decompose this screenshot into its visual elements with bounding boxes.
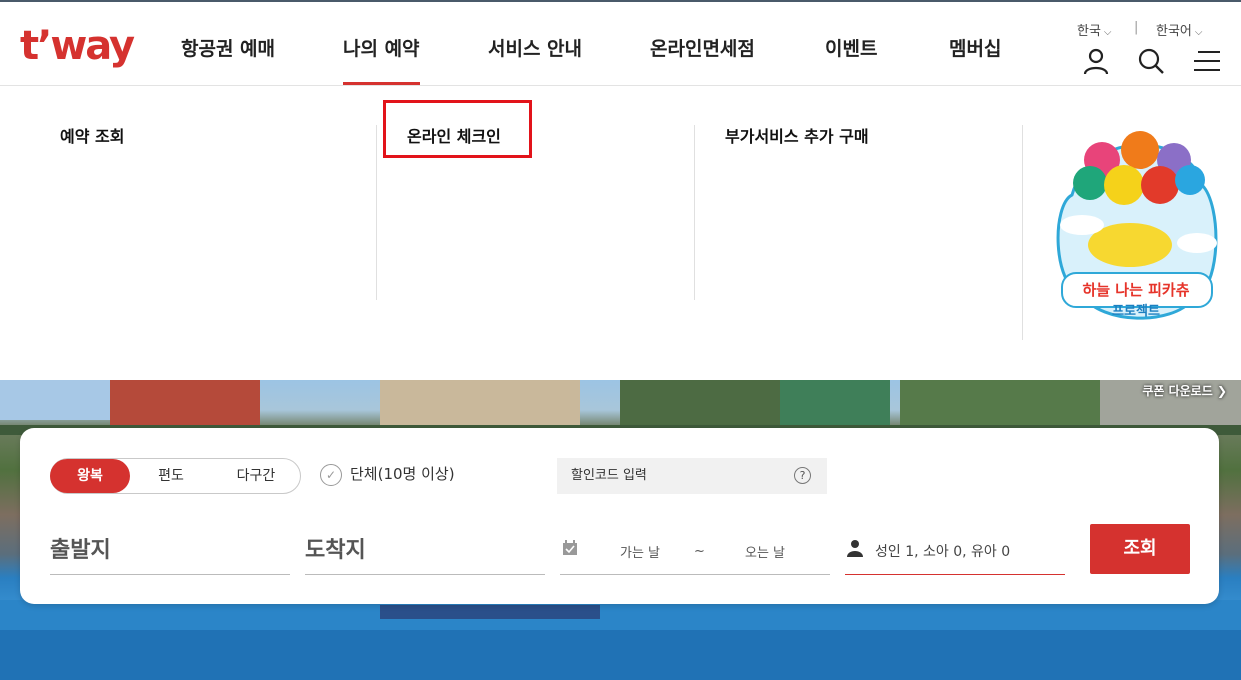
lang-separator: |	[1134, 20, 1139, 35]
site-header: t’way 항공권 예매 나의 예약 서비스 안내 온라인면세점 이벤트 멤버십…	[0, 0, 1241, 86]
nav-item-services[interactable]: 서비스 안내	[488, 34, 582, 61]
menu-divider	[1022, 125, 1023, 340]
destination-field[interactable]: 도착지	[305, 528, 545, 575]
help-icon[interactable]: ?	[794, 467, 811, 484]
nav-item-duty-free[interactable]: 온라인면세점	[650, 34, 755, 61]
trip-type-toggle: 왕복 편도 다구간	[50, 458, 301, 494]
nav-item-booking[interactable]: 항공권 예매	[181, 34, 275, 61]
trip-type-roundtrip[interactable]: 왕복	[50, 459, 130, 493]
nav-item-membership[interactable]: 멤버십	[949, 34, 1001, 61]
search-icon[interactable]	[1136, 46, 1166, 76]
nav-item-my-reservation[interactable]: 나의 예약	[343, 34, 420, 85]
menu-divider	[376, 125, 377, 300]
origin-label: 출발지	[50, 538, 111, 563]
country-select[interactable]: 한국 ⌵	[1077, 20, 1112, 39]
check-icon: ✓	[320, 463, 342, 486]
return-date-label: 오는 날	[745, 546, 786, 561]
promo-code-placeholder: 할인코드 입력	[571, 468, 647, 483]
promo-code-input[interactable]: 할인코드 입력 ?	[557, 458, 827, 494]
promo-subtitle: 프로젝트	[1112, 303, 1160, 319]
menu-link-reservation-inquiry[interactable]: 예약 조회	[60, 123, 124, 147]
trip-type-oneway[interactable]: 편도	[141, 459, 201, 493]
origin-field[interactable]: 출발지	[50, 528, 290, 575]
flight-search-panel: 왕복 편도 다구간 ✓ 단체(10명 이상) 할인코드 입력 ? 출발지 도착지 …	[20, 428, 1219, 604]
trip-type-multicity[interactable]: 다구간	[221, 459, 291, 493]
chevron-down-icon: ⌵	[1194, 27, 1203, 38]
pikachu-promo-banner[interactable]: 하늘 나는 피카츄 프로젝트	[1052, 125, 1220, 325]
group-booking-checkbox[interactable]: ✓ 단체(10명 이상)	[320, 463, 455, 486]
date-range-field[interactable]: 가는 날 ~ 오는 날	[560, 528, 830, 575]
depart-date-label: 가는 날	[620, 546, 661, 561]
language-select[interactable]: 한국어 ⌵	[1156, 20, 1202, 39]
date-separator: ~	[694, 544, 705, 559]
passenger-field[interactable]: 성인 1, 소아 0, 유아 0	[845, 528, 1065, 575]
promo-title: 하늘 나는 피카츄	[1082, 281, 1189, 299]
calendar-icon	[563, 540, 577, 555]
coupon-download-link[interactable]: 쿠폰 다운로드 ❯	[1142, 382, 1227, 399]
destination-label: 도착지	[305, 538, 366, 563]
person-icon	[847, 540, 863, 557]
nav-item-events[interactable]: 이벤트	[825, 34, 877, 61]
search-button[interactable]: 조회	[1090, 524, 1190, 574]
user-icon[interactable]	[1081, 46, 1111, 76]
country-label: 한국	[1077, 24, 1101, 39]
chevron-down-icon: ⌵	[1103, 27, 1112, 38]
passenger-summary: 성인 1, 소아 0, 유아 0	[875, 544, 1011, 560]
menu-divider	[694, 125, 695, 300]
language-label: 한국어	[1156, 24, 1192, 39]
online-checkin-highlight	[383, 100, 532, 158]
menu-icon[interactable]	[1192, 46, 1222, 76]
coupon-download-label: 쿠폰 다운로드	[1142, 384, 1213, 398]
tway-logo[interactable]: t’way	[20, 24, 135, 68]
group-booking-label: 단체(10명 이상)	[350, 465, 455, 483]
menu-link-extra-services[interactable]: 부가서비스 추가 구매	[725, 123, 869, 147]
